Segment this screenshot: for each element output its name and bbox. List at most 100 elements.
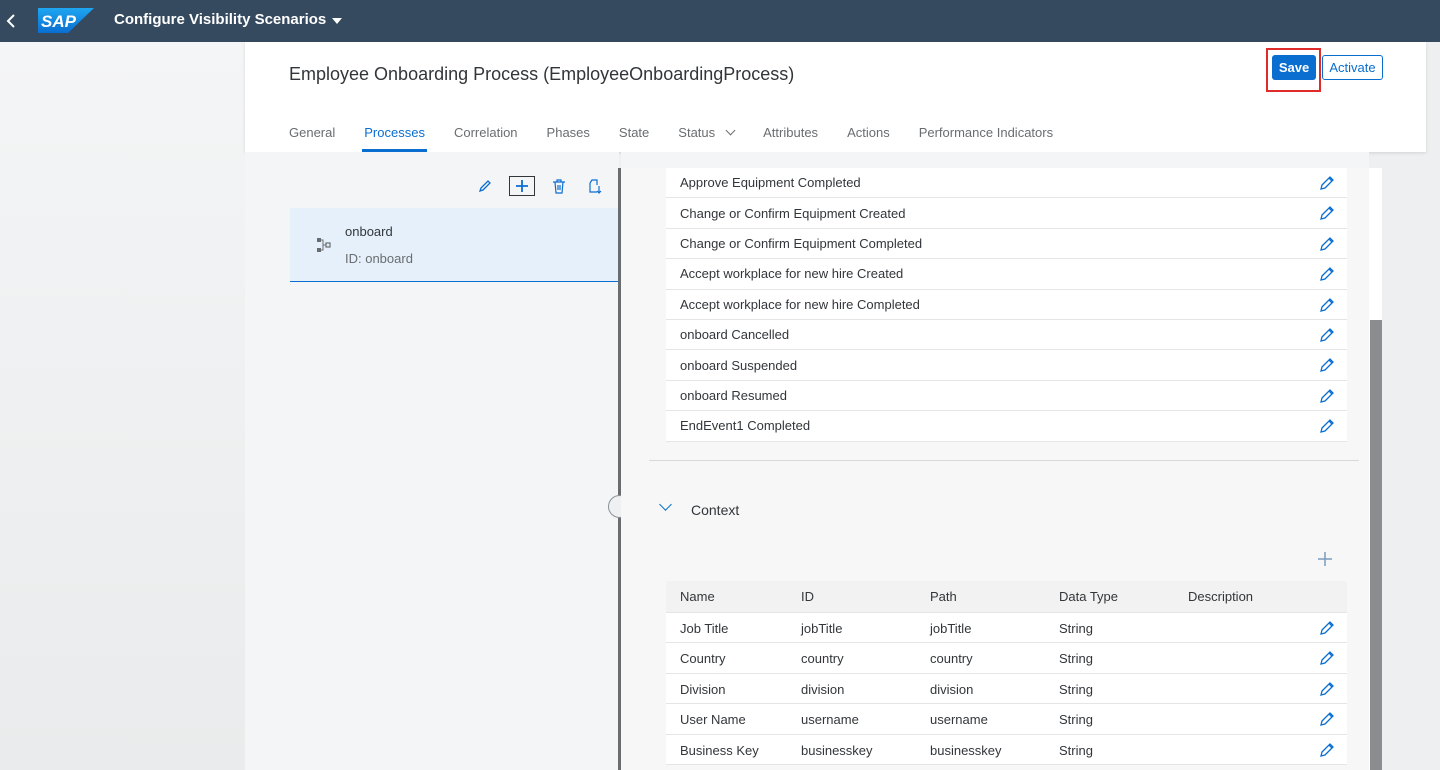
tab-label: Status [678,125,716,140]
event-row[interactable]: Change or Confirm Equipment Created [666,198,1347,229]
tab-performance-indicators[interactable]: Performance Indicators [919,122,1053,152]
event-row[interactable]: Change or Confirm Equipment Completed [666,229,1347,260]
import-process-button[interactable] [583,175,607,197]
cell-name: Country [680,651,726,667]
tab-label: Correlation [453,125,518,140]
event-row[interactable]: Approve Equipment Completed [666,168,1347,199]
activate-button[interactable]: Activate [1322,55,1383,80]
app-title: Configure Visibility Scenarios [114,11,327,28]
table-row[interactable]: Country country country String [666,643,1347,674]
caret-down-icon [332,17,343,24]
cell-name: User Name [680,712,746,728]
column-header-data-type: Data Type [1059,589,1119,604]
edit-icon[interactable] [1319,327,1335,343]
edit-icon[interactable] [1319,620,1335,636]
cell-id: username [801,712,859,728]
edit-icon[interactable] [1319,418,1335,434]
edit-icon[interactable] [1319,742,1335,758]
table-row[interactable]: Division division division String [666,674,1347,705]
cell-path: username [930,712,988,728]
event-row[interactable]: onboard Resumed [666,381,1347,412]
cell-data-type: String [1059,621,1093,636]
edit-icon[interactable] [1319,711,1335,727]
process-detail-pane: Approve Equipment Completed Change or Con… [621,152,1369,770]
tab-phases[interactable]: Phases [547,122,590,152]
event-row[interactable]: onboard Suspended [666,350,1347,381]
table-row[interactable]: User Name username username String [666,704,1347,735]
edit-process-button[interactable] [473,175,497,197]
edit-icon[interactable] [1319,650,1335,666]
table-row[interactable]: Job Title jobTitle jobTitle String [666,613,1347,644]
cell-data-type: String [1059,651,1093,667]
tab-label: State [618,125,650,140]
process-list-item[interactable]: onboard ID: onboard [290,208,619,282]
column-header-path: Path [930,589,957,604]
context-table-header: Name ID Path Data Type Description [666,581,1347,613]
scrollbar-thumb[interactable] [1370,320,1382,770]
save-button[interactable]: Save [1272,55,1316,80]
events-table: Approve Equipment Completed Change or Con… [666,168,1347,442]
edit-icon[interactable] [1319,205,1335,221]
cell-id: country [801,651,844,667]
add-context-icon[interactable] [1317,551,1333,567]
page-title: Employee Onboarding Process (EmployeeOnb… [289,64,795,84]
tab-label: Actions [847,125,890,140]
event-row[interactable]: onboard Cancelled [666,320,1347,351]
context-table: Name ID Path Data Type Description Job T… [666,581,1347,765]
edit-icon[interactable] [1319,175,1335,191]
event-name: onboard Resumed [680,387,787,403]
tab-correlation[interactable]: Correlation [454,122,518,152]
cell-id: businesskey [801,742,873,758]
back-button[interactable] [0,0,22,42]
shell-bar: SAP Configure Visibility Scenarios [0,0,1440,42]
cell-data-type: String [1059,712,1093,728]
event-row[interactable]: Accept workplace for new hire Created [666,259,1347,290]
cell-id: division [801,681,845,697]
process-list-pane: onboard ID: onboard [245,152,619,770]
edit-icon[interactable] [1319,297,1335,313]
tab-state[interactable]: State [619,122,649,152]
event-name: Accept workplace for new hire Created [680,266,904,282]
edit-icon[interactable] [1319,236,1335,252]
sap-logo[interactable]: SAP [38,8,94,33]
page-background-right [1426,42,1440,770]
tab-label: Phases [546,125,590,140]
column-header-description: Description [1188,589,1254,604]
table-row[interactable]: Business Key businesskey businesskey String [666,735,1347,765]
event-row[interactable]: Accept workplace for new hire Completed [666,290,1347,320]
delete-process-button[interactable] [547,175,571,197]
edit-icon[interactable] [1319,266,1335,282]
tab-attributes[interactable]: Attributes [763,122,818,152]
cell-path: division [930,681,974,697]
delete-icon [553,178,565,194]
tab-label: Attributes [763,125,819,140]
event-name: Approve Equipment Completed [680,175,861,191]
event-name: EndEvent1 Completed [680,418,811,434]
detail-top-strip [621,152,1369,168]
section-divider [649,460,1359,461]
cell-path: jobTitle [930,621,972,636]
process-toolbar [473,175,607,197]
cell-name: Business Key [680,742,759,758]
tab-processes[interactable]: Processes [362,122,427,152]
edit-icon[interactable] [1319,357,1335,373]
app-title-menu[interactable]: Configure Visibility Scenarios [114,11,343,28]
column-header-name: Name [680,589,715,604]
tab-general[interactable]: General [289,122,335,152]
import-icon [589,179,602,194]
cell-name: Job Title [680,621,729,636]
cell-path: country [930,651,973,667]
edit-icon[interactable] [1319,681,1335,697]
event-row[interactable]: EndEvent1 Completed [666,411,1347,442]
process-flow-icon [317,238,331,252]
tab-label: Processes [364,125,425,140]
tab-bar: General Processes Correlation Phases State St… [289,122,1082,152]
add-process-button[interactable] [509,176,535,196]
tab-actions[interactable]: Actions [847,122,890,152]
collapse-context-button[interactable] [659,498,672,511]
event-name: Change or Confirm Equipment Created [680,205,906,221]
tab-status[interactable]: Status [678,122,736,152]
add-icon [516,180,528,192]
process-id: ID: onboard [345,251,413,266]
edit-icon[interactable] [1319,388,1335,404]
